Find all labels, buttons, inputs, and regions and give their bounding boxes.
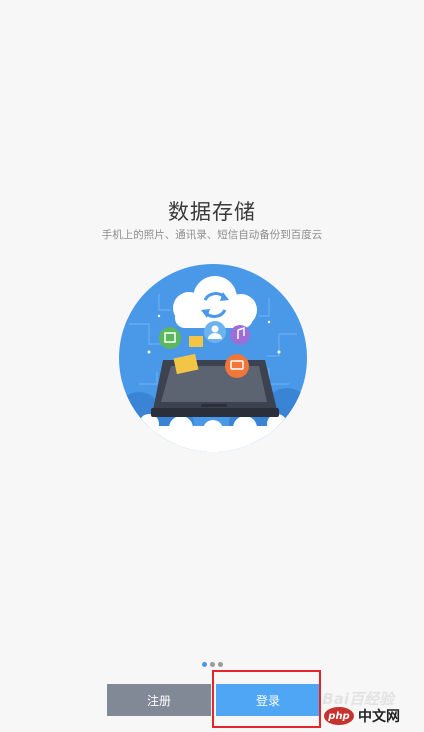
contact-icon (204, 321, 226, 343)
php-logo-icon: php (324, 707, 354, 725)
page-dot-2[interactable] (209, 662, 215, 667)
photo-icon (159, 327, 181, 349)
music-icon (230, 325, 250, 345)
cloud-backup-illustration (119, 264, 307, 452)
tablet-icon (151, 360, 279, 417)
page-indicator (0, 662, 424, 667)
watermark-logo: php 中文网 (324, 702, 422, 730)
register-button[interactable]: 注册 (107, 684, 211, 716)
highlight-box (212, 670, 321, 728)
page-dot-3[interactable] (217, 662, 223, 667)
watermark-cn-text: 中文网 (358, 709, 400, 725)
page-dot-1[interactable] (201, 662, 207, 667)
register-label: 注册 (146, 693, 171, 708)
message-icon (225, 354, 249, 378)
page-subtitle: 手机上的照片、通讯录、短信自动备份到百度云 (101, 229, 323, 241)
page-title: 数据存储 (168, 200, 256, 224)
